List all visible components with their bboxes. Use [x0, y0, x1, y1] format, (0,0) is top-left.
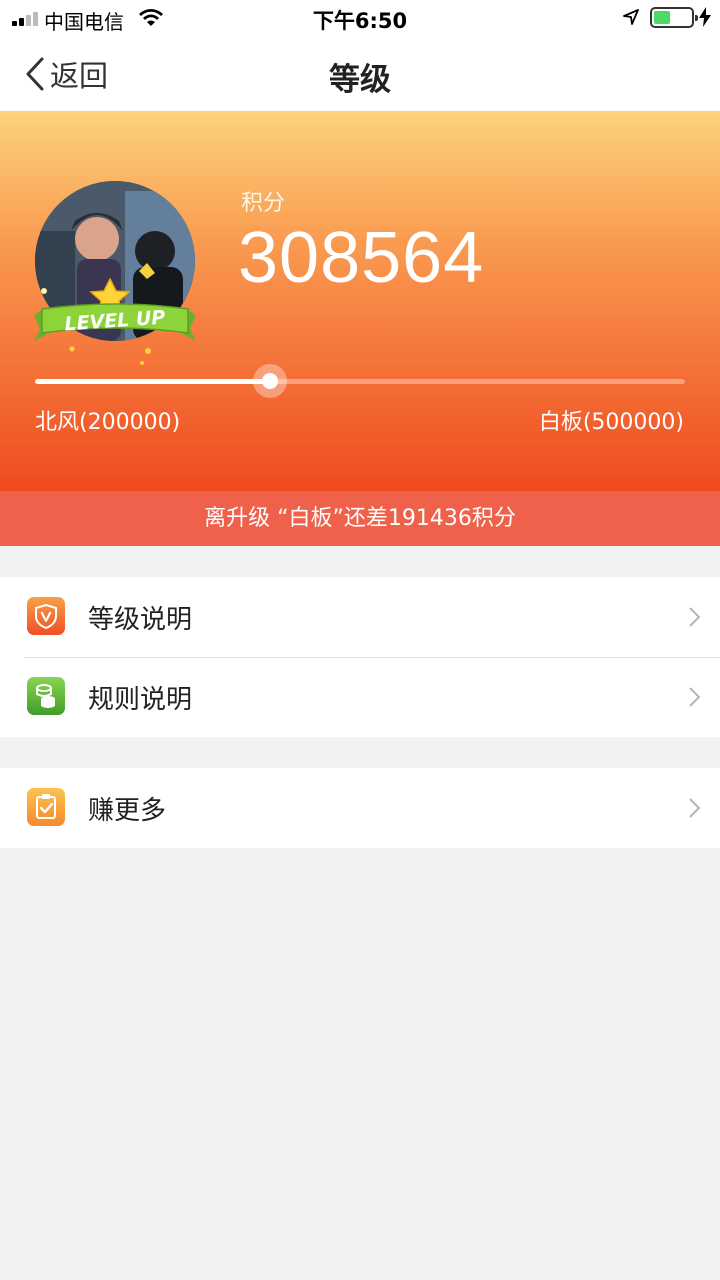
location-arrow-icon [623, 9, 639, 25]
score-label: 积分 [241, 191, 286, 216]
avatar-with-badge: LEVEL UP [30, 177, 200, 377]
progress-knob [253, 364, 288, 398]
status-time: 下午6:50 [312, 9, 408, 33]
next-level-label: 白板(500000) [538, 410, 684, 435]
level-progress-fill [35, 379, 271, 384]
nav-bar: 返回 等级 [0, 36, 720, 111]
menu-group-info: 等级说明 规则说明 [0, 577, 720, 737]
level-progress-track [35, 379, 685, 384]
page-title: 等级 [329, 62, 391, 98]
level-header: LEVEL UP 积分 308564 北风(200000) 白板(500000) [0, 111, 720, 491]
menu-item-earn-more[interactable]: 赚更多 [0, 768, 720, 848]
menu-group-earn: 赚更多 [0, 768, 720, 848]
chevron-right-icon [689, 687, 701, 707]
chevron-right-icon [689, 607, 701, 627]
coins-icon [27, 677, 65, 715]
charging-bolt-icon [699, 7, 711, 27]
shield-v-icon [27, 597, 65, 635]
current-level-label: 北风(200000) [35, 410, 181, 435]
menu-item-label: 规则说明 [88, 684, 193, 715]
battery-fill [654, 11, 671, 24]
menu-item-label: 等级说明 [88, 604, 193, 635]
battery-icon [650, 7, 698, 28]
score-value: 308564 [238, 218, 485, 298]
status-bar: 中国电信 下午6:50 [0, 0, 720, 36]
menu-item-rules[interactable]: 规则说明 [0, 657, 720, 737]
level-up-badge: LEVEL UP [34, 277, 196, 365]
menu-item-label: 赚更多 [88, 795, 167, 826]
menu-item-level-info[interactable]: 等级说明 [0, 577, 720, 657]
clipboard-check-icon [27, 788, 65, 826]
chevron-right-icon [689, 798, 701, 818]
upgrade-hint: 离升级 “白板”还差191436积分 [0, 491, 720, 546]
